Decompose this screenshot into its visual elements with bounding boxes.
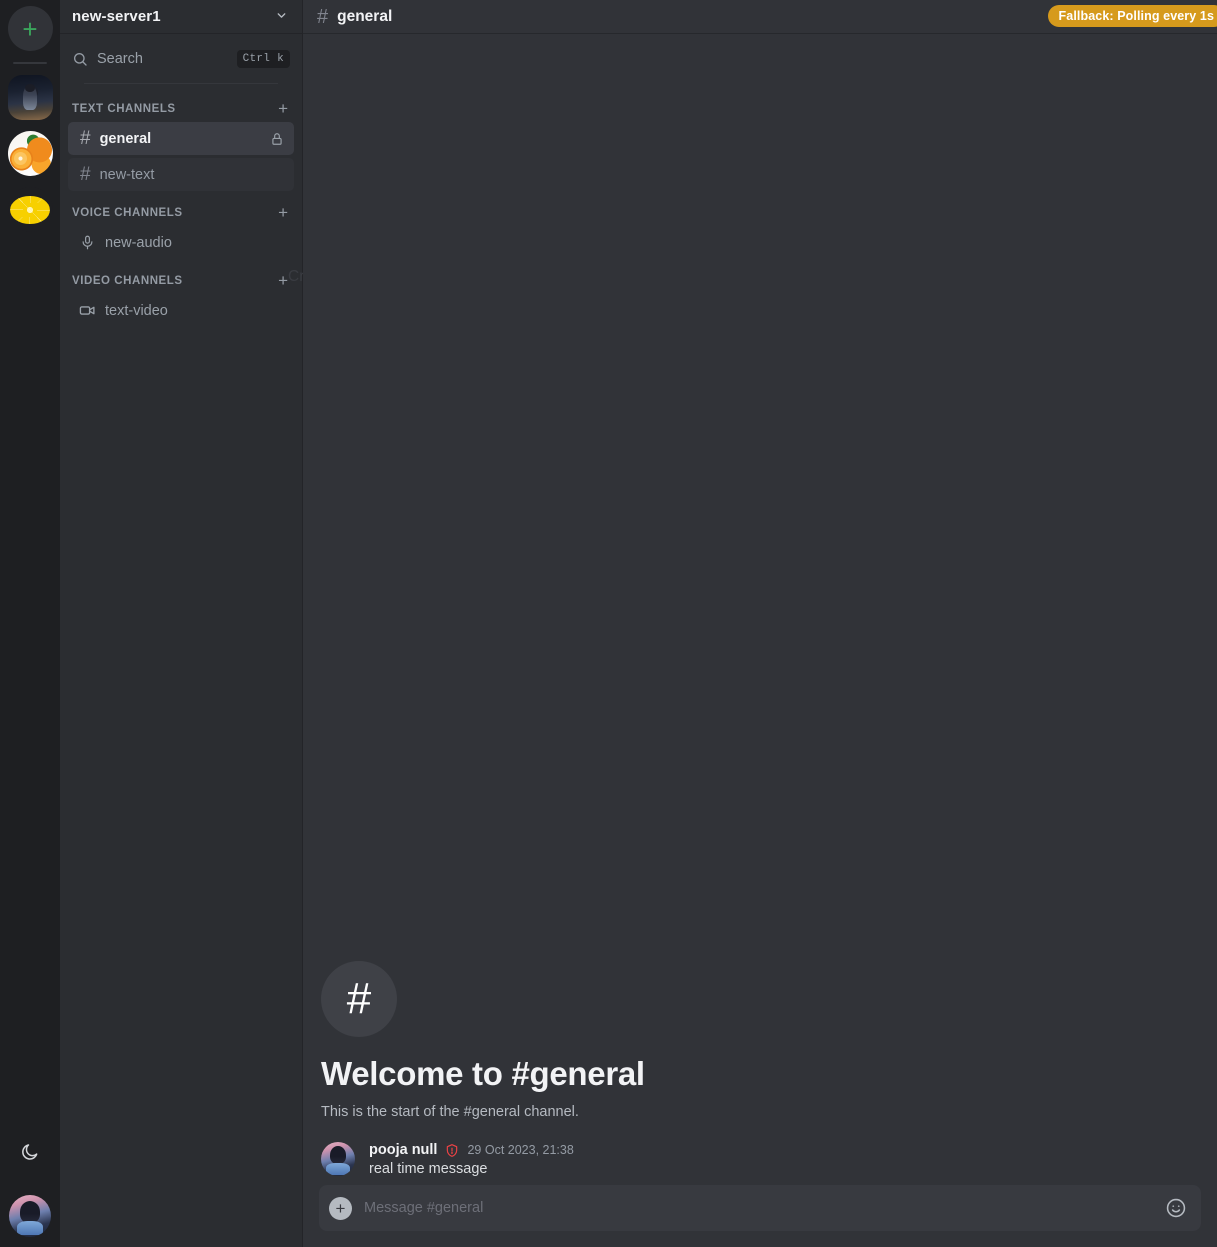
channel-list: TEXT CHANNELS + # general # new-text VOI… bbox=[60, 84, 302, 1247]
plus-icon: + bbox=[335, 1198, 346, 1218]
rail-bottom-actions bbox=[0, 1137, 60, 1237]
add-text-channel-button[interactable]: + bbox=[278, 100, 288, 117]
add-voice-channel-button[interactable]: + bbox=[278, 204, 288, 221]
message-list: # Welcome to #general This is the start … bbox=[303, 34, 1217, 1185]
category-label: TEXT CHANNELS bbox=[72, 102, 176, 115]
sidebar-item-text-video[interactable]: text-video bbox=[68, 294, 294, 327]
server-header[interactable]: new-server1 bbox=[60, 0, 302, 34]
add-server-button[interactable]: + bbox=[7, 6, 53, 51]
message-composer: + Message #general bbox=[303, 1185, 1217, 1247]
admin-shield-icon bbox=[445, 1143, 459, 1158]
discord-app-window: + new-server1 Search Ctrl k TEXT CHANNEL… bbox=[0, 0, 1217, 1247]
channel-name-label: new-audio bbox=[105, 234, 172, 251]
message-input-placeholder: Message #general bbox=[364, 1200, 484, 1216]
message-timestamp: 29 Oct 2023, 21:38 bbox=[467, 1143, 574, 1157]
hash-icon: # bbox=[80, 164, 91, 185]
channel-name-label: new-text bbox=[99, 166, 155, 183]
message-text: real time message bbox=[369, 1161, 488, 1177]
avatar[interactable] bbox=[321, 1142, 355, 1176]
category-text-channels[interactable]: TEXT CHANNELS + bbox=[68, 90, 294, 122]
category-label: VIDEO CHANNELS bbox=[72, 274, 183, 287]
channel-welcome-block: # Welcome to #general This is the start … bbox=[319, 961, 1201, 1124]
channel-name-label: general bbox=[99, 130, 152, 147]
rail-divider bbox=[13, 62, 47, 64]
welcome-hash-avatar: # bbox=[321, 961, 397, 1037]
message-header: pooja null 29 Oct 2023, 21:38 bbox=[369, 1142, 574, 1158]
theme-toggle-button[interactable] bbox=[15, 1137, 45, 1167]
channel-header: # general Fallback: Polling every 1s bbox=[303, 0, 1217, 34]
attach-file-button[interactable]: + bbox=[329, 1196, 352, 1220]
search-input[interactable]: Search Ctrl k bbox=[72, 44, 290, 74]
search-placeholder: Search bbox=[97, 51, 143, 67]
channel-name-label: text-video bbox=[105, 302, 168, 319]
current-user-avatar[interactable] bbox=[9, 1195, 51, 1237]
welcome-subtitle: This is the start of the #general channe… bbox=[321, 1104, 579, 1120]
category-label: VOICE CHANNELS bbox=[72, 206, 183, 219]
status-badge: Fallback: Polling every 1s bbox=[1047, 5, 1217, 27]
plus-icon: + bbox=[22, 13, 38, 44]
server-icon-lemon[interactable] bbox=[7, 187, 53, 232]
message-input[interactable]: + Message #general bbox=[319, 1185, 1201, 1231]
hash-icon: # bbox=[317, 5, 329, 28]
welcome-title: Welcome to #general bbox=[321, 1055, 645, 1092]
sidebar-item-new-text[interactable]: # new-text bbox=[68, 158, 294, 191]
emoji-picker-button[interactable] bbox=[1165, 1197, 1187, 1219]
search-section: Search Ctrl k bbox=[60, 34, 302, 84]
server-name-label: new-server1 bbox=[72, 8, 161, 25]
sidebar-item-new-audio[interactable]: new-audio bbox=[68, 226, 294, 259]
add-video-channel-button[interactable]: + bbox=[278, 272, 288, 289]
search-shortcut-badge: Ctrl k bbox=[236, 50, 290, 68]
server-icon-anime[interactable] bbox=[7, 75, 53, 120]
message-body: pooja null 29 Oct 2023, 21:38 real time … bbox=[369, 1142, 574, 1177]
message-item[interactable]: pooja null 29 Oct 2023, 21:38 real time … bbox=[319, 1124, 1201, 1177]
chevron-down-icon[interactable] bbox=[275, 9, 288, 25]
message-author[interactable]: pooja null bbox=[369, 1142, 437, 1158]
lock-icon bbox=[270, 132, 284, 146]
moon-icon bbox=[22, 1144, 38, 1160]
channel-title: general bbox=[337, 7, 393, 25]
channel-sidebar: new-server1 Search Ctrl k TEXT CHANNELS … bbox=[60, 0, 363, 1247]
hash-icon: # bbox=[346, 974, 372, 1023]
server-rail: + bbox=[0, 0, 60, 1247]
microphone-icon bbox=[78, 235, 96, 250]
category-video-channels[interactable]: VIDEO CHANNELS + bbox=[68, 262, 294, 294]
search-icon bbox=[72, 51, 88, 67]
video-camera-icon bbox=[78, 302, 96, 319]
main-content: # general Fallback: Polling every 1s # W… bbox=[303, 0, 1217, 1247]
server-icon-oranges[interactable] bbox=[7, 131, 53, 176]
hash-icon: # bbox=[80, 128, 91, 149]
sidebar-item-general[interactable]: # general bbox=[68, 122, 294, 155]
category-voice-channels[interactable]: VOICE CHANNELS + bbox=[68, 194, 294, 226]
